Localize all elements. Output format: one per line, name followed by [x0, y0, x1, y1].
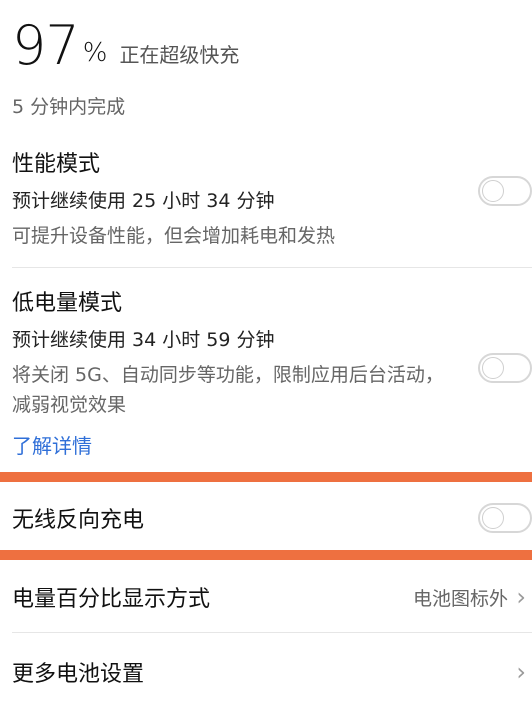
performance-mode-setting[interactable]: 性能模式 预计继续使用 25 小时 34 分钟 可提升设备性能，但会增加耗电和发…: [12, 146, 532, 251]
percentage-display-value: 电池图标外: [412, 587, 508, 610]
battery-percent-sign: %: [82, 38, 108, 68]
highlight-line-top: [0, 472, 532, 482]
chevron-right-icon: ›: [516, 658, 526, 686]
divider: [12, 267, 532, 268]
wireless-reverse-charging-setting[interactable]: 无线反向充电: [12, 482, 532, 554]
performance-mode-description: 可提升设备性能，但会增加耗电和发热: [12, 225, 336, 247]
wireless-reverse-charging-toggle[interactable]: [478, 503, 532, 533]
low-power-mode-estimate: 预计继续使用 34 小时 59 分钟: [12, 329, 275, 351]
battery-level-row: 97 % 正在超级快充: [12, 18, 239, 74]
charging-status: 正在超级快充: [119, 43, 240, 67]
wireless-reverse-charging-title: 无线反向充电: [12, 508, 145, 533]
toggle-knob: [482, 180, 504, 202]
highlight-line-bottom: [0, 550, 532, 560]
chevron-right-icon: ›: [516, 583, 526, 611]
low-power-mode-setting[interactable]: 低电量模式 预计继续使用 34 小时 59 分钟 将关闭 5G、自动同步等功能，…: [12, 285, 532, 459]
learn-more-link[interactable]: 了解详情: [12, 430, 532, 459]
battery-level: 97: [12, 14, 80, 77]
performance-mode-toggle[interactable]: [478, 176, 532, 206]
battery-settings-page: 97 % 正在超级快充 5 分钟内完成 性能模式 预计继续使用 25 小时 34…: [0, 0, 532, 712]
low-power-mode-toggle[interactable]: [478, 353, 532, 383]
low-power-mode-title: 低电量模式: [12, 291, 123, 316]
percentage-display-title: 电量百分比显示方式: [12, 587, 211, 612]
percentage-display-setting[interactable]: 电量百分比显示方式 电池图标外 ›: [12, 565, 532, 629]
more-battery-settings[interactable]: 更多电池设置 ›: [12, 640, 532, 704]
low-power-mode-description: 将关闭 5G、自动同步等功能，限制应用后台活动，减弱视觉效果: [12, 364, 444, 416]
toggle-knob: [482, 507, 504, 529]
performance-mode-title: 性能模式: [12, 152, 101, 177]
toggle-knob: [482, 357, 504, 379]
more-battery-settings-title: 更多电池设置: [12, 662, 145, 687]
charge-finish-time: 5 分钟内完成: [12, 96, 126, 118]
performance-mode-estimate: 预计继续使用 25 小时 34 分钟: [12, 190, 275, 212]
divider: [12, 632, 532, 633]
